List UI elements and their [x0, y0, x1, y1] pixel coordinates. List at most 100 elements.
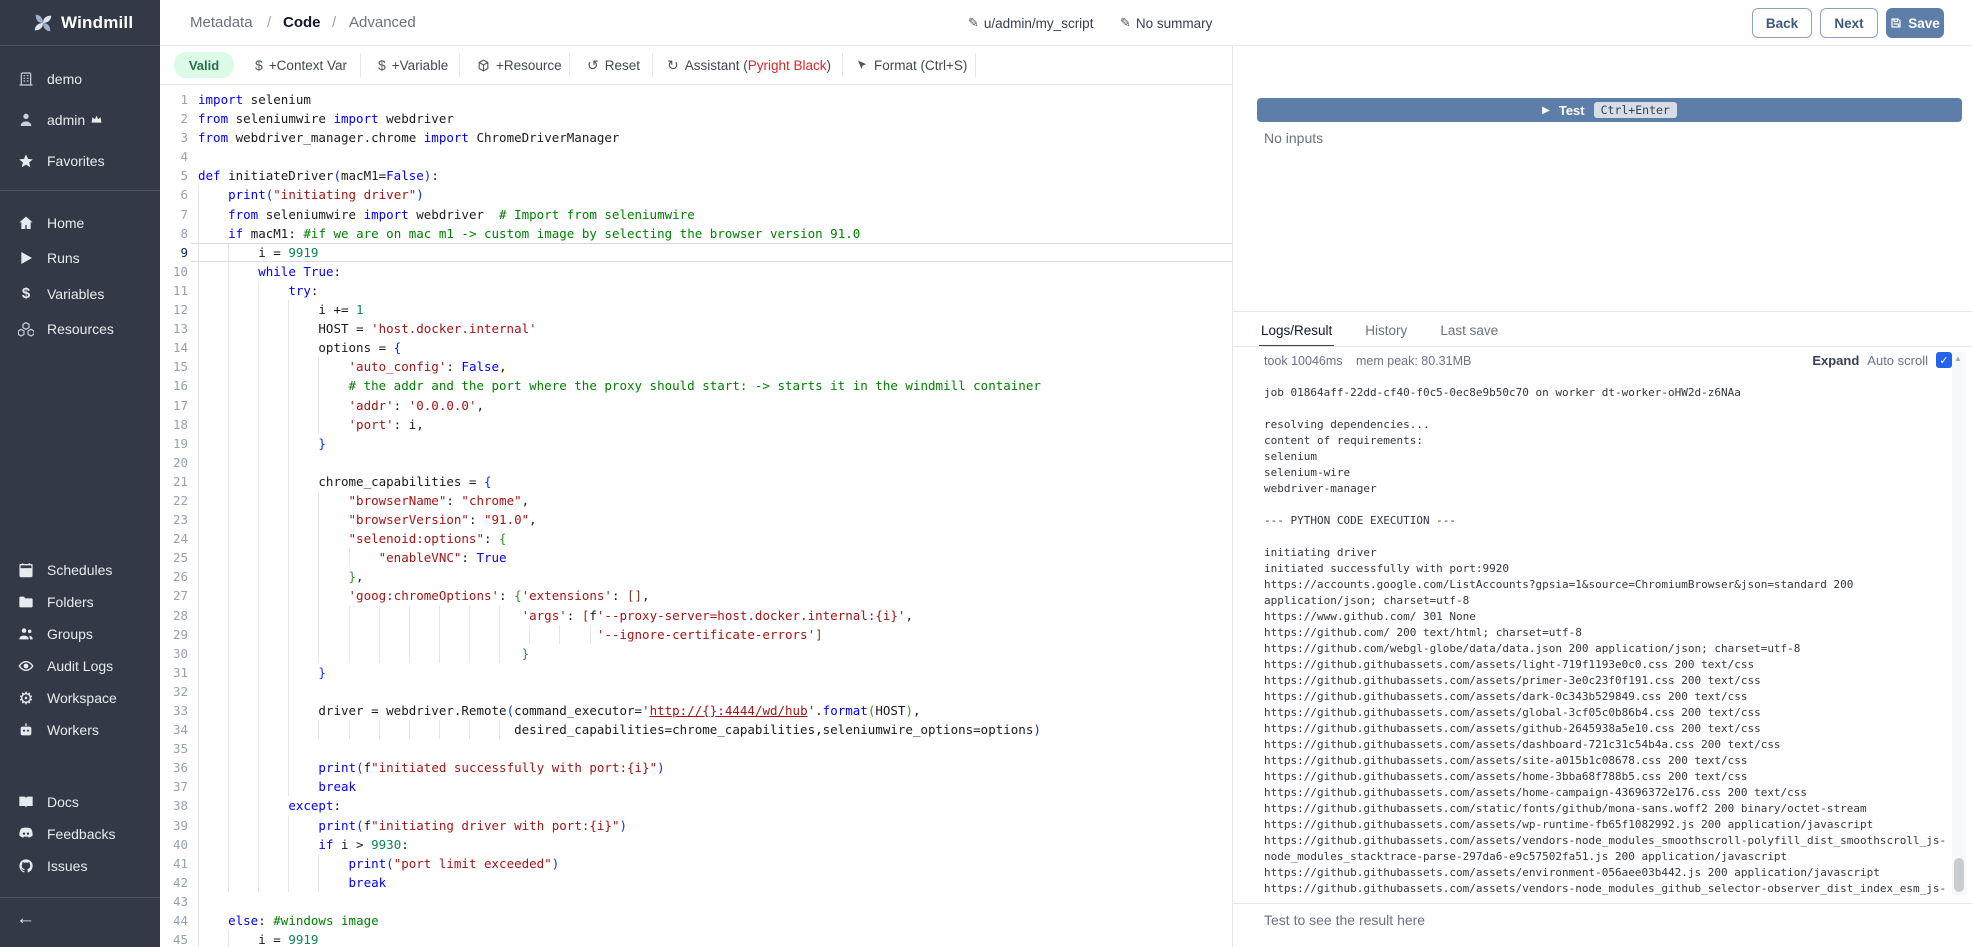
- scrollbar-thumb[interactable]: [1954, 858, 1964, 892]
- assistant-button[interactable]: ↻ Assistant (Pyright Black): [667, 52, 831, 78]
- indent-guide: [228, 472, 229, 491]
- log-line: https://accounts.google.com/ListAccounts…: [1264, 577, 1952, 609]
- indent-guide: [198, 758, 199, 777]
- indent-guide: [228, 262, 229, 281]
- indent-guide: [499, 720, 500, 739]
- indent-guide: [288, 586, 289, 605]
- script-path-edit[interactable]: ✎ u/admin/my_script: [968, 15, 1093, 31]
- line-number: 18: [160, 415, 188, 434]
- code-token: :: [446, 493, 461, 508]
- format-button[interactable]: Format (Ctrl+S): [856, 52, 967, 78]
- code-line: driver = webdriver.Remote(command_execut…: [198, 701, 1041, 720]
- sidebar-item-groups[interactable]: Groups: [0, 618, 160, 650]
- tab-logs-result[interactable]: Logs/Result: [1259, 317, 1334, 347]
- log-line: webdriver-manager: [1264, 481, 1952, 497]
- sidebar-item-admin[interactable]: admin: [0, 99, 160, 140]
- reset-button[interactable]: ↺ Reset: [587, 52, 640, 78]
- test-button[interactable]: ▶ Test Ctrl+Enter: [1257, 98, 1962, 122]
- indent-guide: [258, 835, 259, 854]
- sidebar-item-docs[interactable]: Docs: [0, 786, 160, 818]
- pencil-icon: ✎: [1120, 15, 1131, 31]
- code-token: i =: [198, 932, 288, 947]
- add-variable-button[interactable]: $ +Variable: [378, 52, 448, 78]
- indent-guide: [288, 453, 289, 472]
- collapse-sidebar-button[interactable]: ←: [16, 908, 35, 930]
- line-number: 5: [160, 166, 188, 185]
- sidebar-item-home[interactable]: Home: [0, 205, 160, 241]
- back-button[interactable]: Back: [1752, 8, 1812, 38]
- sidebar-item-favorites[interactable]: Favorites: [0, 140, 160, 181]
- indent-guide: [228, 739, 229, 758]
- indent-guide: [258, 319, 259, 338]
- code-token: ,: [913, 703, 921, 718]
- code-token: (: [507, 703, 515, 718]
- script-path: u/admin/my_script: [984, 16, 1094, 31]
- code-token: :: [612, 588, 627, 603]
- tab-code[interactable]: Code: [283, 14, 321, 31]
- line-number: 24: [160, 529, 188, 548]
- sidebar-item-label: Feedbacks: [47, 826, 115, 842]
- code-token: ,: [642, 588, 650, 603]
- sidebar-item-workspace[interactable]: ⚙Workspace: [0, 682, 160, 714]
- indent-guide: [228, 777, 229, 796]
- sidebar-item-schedules[interactable]: Schedules: [0, 554, 160, 586]
- summary-edit[interactable]: ✎ No summary: [1120, 15, 1212, 31]
- expand-button[interactable]: Expand: [1812, 353, 1859, 368]
- sidebar-item-demo[interactable]: demo: [0, 58, 160, 99]
- tab-advanced[interactable]: Advanced: [349, 14, 416, 31]
- tab-last-save[interactable]: Last save: [1438, 317, 1500, 347]
- indent-guide: [198, 396, 199, 415]
- indent-guide: [318, 586, 319, 605]
- sidebar-item-audit-logs[interactable]: Audit Logs: [0, 650, 160, 682]
- code-token: driver = webdriver.Remote: [198, 703, 507, 718]
- indent-guide: [559, 625, 560, 644]
- sidebar-item-label: Favorites: [47, 153, 105, 169]
- indent-guide: [318, 396, 319, 415]
- log-output: job 01864aff-22dd-cf40-f0c5-0ec8e9b50c70…: [1264, 385, 1952, 896]
- add-context-var-button[interactable]: $ +Context Var: [255, 52, 347, 78]
- indent-guide: [198, 663, 199, 682]
- code-token: :: [484, 531, 499, 546]
- indent-guide: [228, 758, 229, 777]
- code-token: # Import from seleniumwire: [499, 207, 695, 222]
- indent-guide: [198, 300, 199, 319]
- code-token: from: [198, 111, 228, 126]
- sidebar-item-feedbacks[interactable]: Feedbacks: [0, 818, 160, 850]
- sidebar-item-resources[interactable]: Resources: [0, 312, 160, 348]
- code-editor[interactable]: 1234567891011121314151617181920212223242…: [160, 85, 1232, 947]
- scroll-up-icon: ▲: [1954, 354, 1962, 363]
- tab-history[interactable]: History: [1363, 317, 1409, 347]
- code-token: ,: [499, 359, 507, 374]
- indent-guide: [288, 739, 289, 758]
- indent-guide: [228, 396, 229, 415]
- line-number: 1: [160, 90, 188, 109]
- indent-guide: [198, 376, 199, 395]
- code-token: else: [228, 913, 258, 928]
- line-number: 23: [160, 510, 188, 529]
- brand[interactable]: Windmill: [0, 0, 160, 45]
- log-scrollbar[interactable]: ▲: [1952, 352, 1966, 895]
- test-label: Test: [1559, 103, 1585, 118]
- indent-guide: [228, 491, 229, 510]
- code-token: [198, 187, 228, 202]
- line-number: 34: [160, 720, 188, 739]
- sidebar-item-runs[interactable]: Runs: [0, 241, 160, 277]
- save-button[interactable]: Save: [1886, 8, 1944, 38]
- code-token: print: [228, 187, 266, 202]
- tab-metadata[interactable]: Metadata: [190, 14, 253, 31]
- code-token: #if we are on mac m1 -> custom image by …: [303, 226, 860, 241]
- dollar-icon: $: [255, 57, 263, 73]
- autoscroll-checkbox[interactable]: ✓: [1936, 352, 1952, 368]
- line-number: 44: [160, 911, 188, 930]
- indent-guide: [349, 625, 350, 644]
- sidebar-item-issues[interactable]: Issues: [0, 850, 160, 882]
- next-button[interactable]: Next: [1820, 8, 1878, 38]
- sidebar-item-variables[interactable]: $Variables: [0, 276, 160, 312]
- toolbar-separator: [360, 53, 361, 77]
- sidebar-account-group: demoadmin Favorites: [0, 58, 160, 181]
- sidebar-item-folders[interactable]: Folders: [0, 586, 160, 618]
- add-resource-button[interactable]: +Resource: [477, 52, 562, 78]
- sidebar-item-workers[interactable]: Workers: [0, 714, 160, 746]
- sidebar-item-label: Workspace: [47, 690, 117, 706]
- indent-guide: [318, 854, 319, 873]
